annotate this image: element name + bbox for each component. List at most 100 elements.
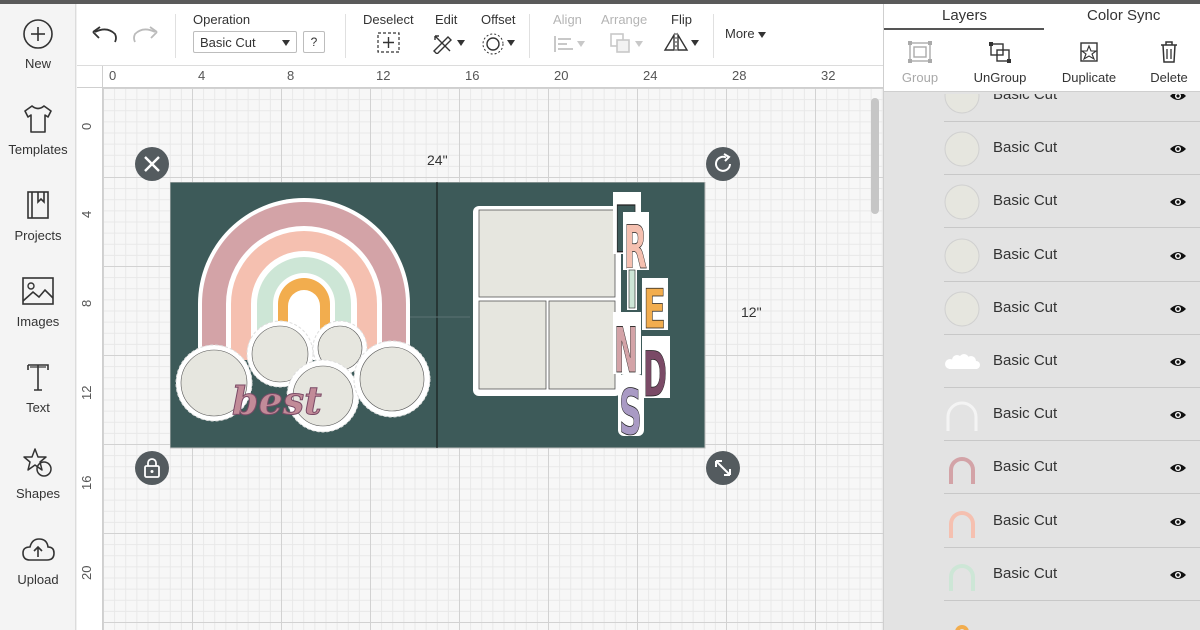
layer-thumbnail [944, 344, 980, 380]
layer-row[interactable]: Basic Cut [944, 281, 1200, 335]
close-icon [144, 156, 160, 172]
sidebar-item-new[interactable]: New [0, 18, 76, 71]
resize-handle[interactable] [706, 451, 740, 485]
ruler-top: 0 4 8 12 16 20 24 28 32 [103, 66, 883, 88]
arrange-icon[interactable] [609, 32, 633, 54]
ruler-tick-label: 24 [643, 68, 658, 83]
eye-icon [1170, 464, 1186, 473]
flip-dropdown-icon[interactable] [691, 40, 699, 46]
design-canvas[interactable]: 0 4 8 12 16 20 24 28 32 0 4 8 12 16 20 b… [77, 66, 883, 630]
layer-row[interactable]: Basic Cut [944, 175, 1200, 229]
layer-row[interactable]: Basic Cut [944, 494, 1200, 548]
ruler-tick-label: 8 [79, 299, 94, 307]
layer-thumbnail [944, 610, 980, 630]
edit-dropdown-icon[interactable] [457, 40, 465, 46]
panel-tabs: Layers Color Sync [884, 4, 1200, 30]
layer-name: Basic Cut [993, 405, 1058, 423]
layer-row[interactable]: Basic Cut [944, 94, 1200, 122]
visibility-toggle[interactable] [1169, 302, 1187, 321]
ruler-tick-label: 12 [79, 385, 94, 400]
sidebar-item-text[interactable]: Text [0, 360, 76, 415]
help-button[interactable]: ? [303, 31, 325, 53]
operation-label: Operation [193, 12, 251, 27]
left-sidebar: New Templates Projects Images Text Shape… [0, 4, 76, 630]
align-icon[interactable] [553, 34, 575, 54]
visibility-toggle[interactable] [1169, 408, 1187, 427]
layer-row[interactable]: Basic Cut [944, 335, 1200, 388]
delete-button[interactable]: Delete [1146, 40, 1192, 85]
lock-handle[interactable] [135, 451, 169, 485]
tab-color-sync[interactable]: Color Sync [1087, 7, 1160, 24]
sidebar-item-projects[interactable]: Projects [0, 188, 76, 243]
arrange-dropdown-icon[interactable] [635, 41, 643, 47]
layer-thumbnail [944, 291, 980, 327]
visibility-toggle[interactable] [1169, 355, 1187, 374]
offset-icon[interactable] [481, 32, 505, 56]
visibility-toggle[interactable] [1169, 515, 1187, 534]
layer-row[interactable]: Basic Cut [944, 122, 1200, 176]
undo-icon[interactable] [91, 24, 119, 46]
ungroup-button[interactable]: UnGroup [970, 40, 1030, 85]
flip-icon[interactable] [663, 32, 689, 54]
layer-row[interactable] [944, 601, 1200, 630]
photo-slot [478, 209, 616, 298]
rotate-handle[interactable] [706, 147, 740, 181]
visibility-toggle[interactable] [1169, 94, 1187, 108]
ruler-tick-label: 20 [79, 565, 94, 580]
more-button[interactable]: More [725, 26, 755, 41]
ungroup-icon [989, 42, 1011, 63]
photo-slot [478, 300, 547, 390]
layer-list: Basic Cut Basic Cut Basic Cut Basic Cut Basi… [944, 94, 1200, 630]
lock-icon [144, 458, 160, 478]
tab-layers[interactable]: Layers [942, 7, 987, 24]
duplicate-button[interactable]: Duplicate [1058, 40, 1120, 85]
operation-select[interactable]: Basic Cut [193, 31, 297, 53]
deselect-icon[interactable] [377, 32, 401, 54]
delete-label: Delete [1150, 70, 1188, 85]
sidebar-item-label: Images [16, 314, 60, 329]
image-icon [22, 277, 54, 305]
offset-dropdown-icon[interactable] [507, 40, 515, 46]
redo-icon[interactable] [131, 24, 159, 46]
ruler-tick-label: 20 [554, 68, 569, 83]
layer-row[interactable]: Basic Cut [944, 388, 1200, 442]
svg-text:D: D [643, 338, 667, 411]
eye-icon [1170, 517, 1186, 526]
visibility-toggle[interactable] [1169, 461, 1187, 480]
canvas-scrollbar[interactable] [871, 98, 879, 214]
sidebar-item-upload[interactable]: Upload [0, 534, 76, 587]
rotate-icon [715, 153, 731, 172]
duplicate-icon [1080, 42, 1098, 62]
visibility-toggle[interactable] [1169, 195, 1187, 214]
align-dropdown-icon[interactable] [577, 41, 585, 47]
group-button[interactable]: Group [899, 40, 941, 85]
sidebar-item-images[interactable]: Images [0, 274, 76, 329]
height-dimension-label: 12" [741, 304, 762, 320]
sidebar-item-templates[interactable]: Templates [0, 102, 76, 157]
best-word: best [232, 378, 322, 423]
layer-row[interactable]: Basic Cut [944, 228, 1200, 282]
eye-icon [1170, 198, 1186, 207]
ruler-tick-label: 4 [79, 210, 94, 218]
more-dropdown-icon[interactable] [758, 32, 766, 38]
ruler-tick-label: 12 [376, 68, 391, 83]
edit-tools-icon[interactable] [431, 32, 455, 54]
visibility-toggle[interactable] [1169, 142, 1187, 161]
sidebar-item-label: Projects [14, 228, 62, 243]
visibility-toggle[interactable] [1169, 249, 1187, 268]
layer-name: Basic Cut [993, 139, 1058, 157]
eye-icon [1170, 251, 1186, 260]
layer-row[interactable]: Basic Cut [944, 547, 1200, 601]
ruler-tick-label: 8 [287, 68, 295, 83]
trash-icon [1161, 41, 1177, 63]
width-dimension-label: 24" [427, 152, 448, 168]
visibility-toggle[interactable] [1169, 568, 1187, 587]
layer-thumbnail [944, 131, 980, 167]
layer-row[interactable]: Basic Cut [944, 441, 1200, 495]
card-design[interactable]: best F R E N D [170, 182, 706, 452]
delete-handle[interactable] [135, 147, 169, 181]
sidebar-item-shapes[interactable]: Shapes [0, 446, 76, 501]
layer-name: Basic Cut [993, 192, 1058, 210]
eye-icon [1170, 411, 1186, 420]
sidebar-item-label: Text [26, 400, 50, 415]
